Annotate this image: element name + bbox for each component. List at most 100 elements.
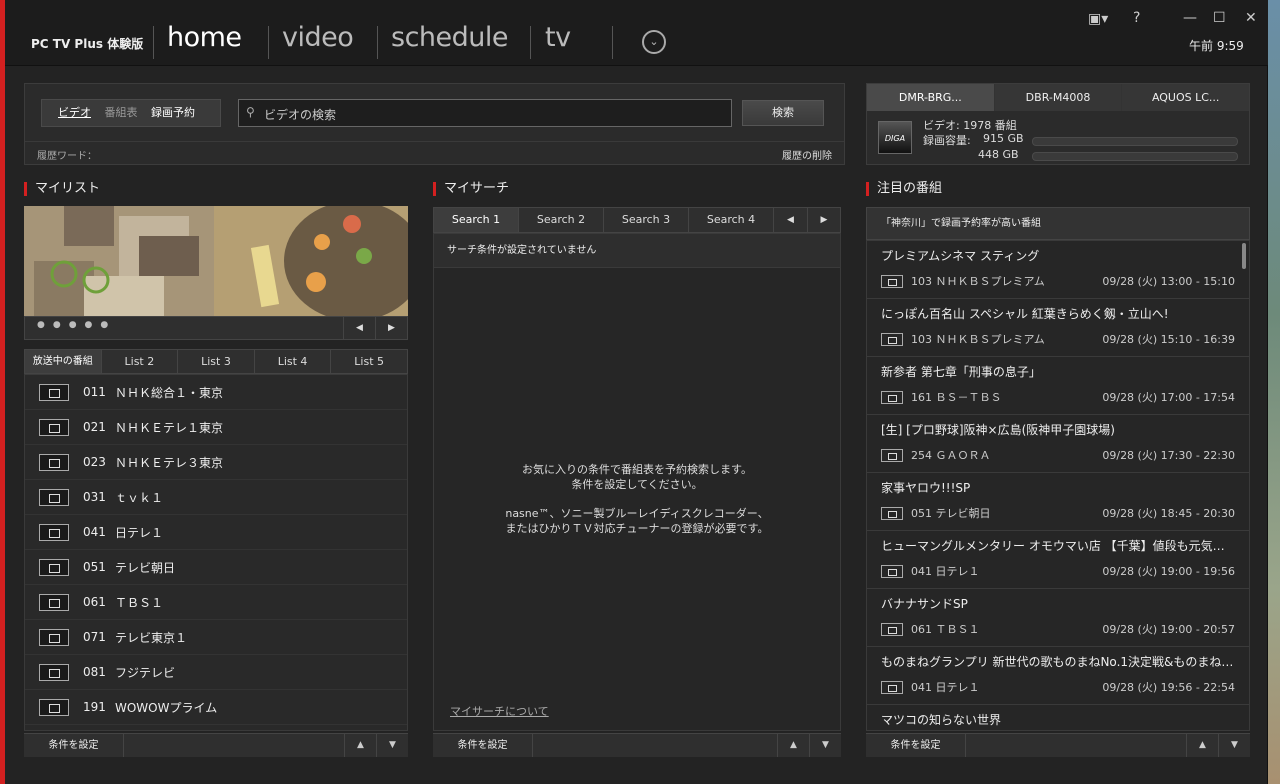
channel-row[interactable]: 021 ＮＨＫＥテレ１東京 [25,410,407,445]
capacity-value-2: 448 GB [978,148,1019,161]
program-row[interactable]: 新参者 第七章「刑事の息子」 161 ＢＳ－ＴＢＳ 09/28 (火) 17:00 … [867,357,1249,415]
program-channel: 103 ＮＨＫＢＳプレミアム [911,275,1045,288]
minimize-icon[interactable]: — [1183,10,1197,26]
program-row[interactable]: ものまねグランプリ 新世代の歌ものまねNo.1決定戦&ものまね芸... 041 日… [867,647,1249,705]
program-title: ヒューマングルメンタリー オモウマい店 【千葉】値段も元気も... [881,539,1235,553]
program-channel: 041 日テレ１ [911,681,980,694]
channel-row[interactable]: 081 フジテレビ [25,655,407,690]
nav-home[interactable]: home [167,22,242,53]
program-row[interactable]: ヒューマングルメンタリー オモウマい店 【千葉】値段も元気も... 041 日テレ… [867,531,1249,589]
channel-number: 051 [83,560,106,574]
channel-row[interactable]: 061 ＴＢＳ１ [25,585,407,620]
mylist-tab-4[interactable]: List 4 [255,350,332,373]
channel-rows: 011 ＮＨＫ総合１・東京 021 ＮＨＫＥテレ１東京 023 ＮＨＫＥテレ３東京 031 ｔ… [25,375,407,725]
channel-row[interactable]: 051 テレビ朝日 [25,550,407,585]
mysearch-set-condition-button[interactable]: 条件を設定 [433,734,533,757]
nav-tv[interactable]: tv [545,22,571,53]
app-name: PC TV Plus 体験版 [31,37,144,51]
search-tab-1[interactable]: Search 1 [434,208,519,232]
program-row[interactable]: バナナサンドSP 061 ＴＢＳ１ 09/28 (火) 19:00 - 20:57 [867,589,1249,647]
banner-controls: ●●●●● ◀ ▶ [24,316,408,340]
nav-schedule[interactable]: schedule [391,22,509,53]
mylist-tab-5[interactable]: List 5 [331,350,407,373]
mylist-tab-3[interactable]: List 3 [178,350,255,373]
nav-video[interactable]: video [282,22,354,53]
scroll-up-icon[interactable]: ▲ [344,734,376,757]
mylist-tab-1[interactable]: 放送中の番組 [25,350,102,373]
search-input[interactable]: ⚲ ビデオの検索 [238,99,732,127]
program-row[interactable]: マツコの知らない世界 [867,705,1249,730]
more-menu-chevron-icon[interactable]: ⌄ [642,30,666,54]
banner-prev-icon[interactable]: ◀ [343,317,375,339]
toolbox-icon[interactable]: ▣▾ [1088,11,1108,27]
channel-number: 061 [83,595,106,609]
program-row[interactable]: 家事ヤロウ!!!SP 051 テレビ朝日 09/28 (火) 18:45 - 20:… [867,473,1249,531]
scroll-down-icon[interactable]: ▼ [1218,734,1250,757]
featured-footer: 条件を設定 ▲ ▼ [866,733,1250,757]
program-row[interactable]: [生] [プロ野球]阪神×広島(阪神甲子園球場) 254 ＧＡＯＲＡ 09/28 (… [867,415,1249,473]
mylist-set-condition-button[interactable]: 条件を設定 [24,734,124,757]
nav-separator [612,26,613,59]
search-tab-next-icon[interactable]: ▶ [808,208,840,232]
program-row[interactable]: にっぽん百名山 スペシャル 紅葉きらめく剱・立山へ! 103 ＮＨＫＢＳプレミアム… [867,299,1249,357]
tv-icon [39,628,69,646]
program-time: 09/28 (火) 17:30 - 22:30 [1102,449,1235,462]
search-mode-guide[interactable]: 番組表 [105,106,138,119]
history-label: 履歴ワード： [37,151,97,162]
program-time: 09/28 (火) 19:00 - 19:56 [1102,565,1235,578]
featured-scrollbar[interactable] [1242,243,1246,269]
banner-image[interactable] [24,206,408,316]
featured-set-condition-button[interactable]: 条件を設定 [866,734,966,757]
help-icon[interactable]: ? [1133,10,1140,26]
tv-icon [39,698,69,716]
scroll-up-icon[interactable]: ▲ [1186,734,1218,757]
channel-row[interactable]: 011 ＮＨＫ総合１・東京 [25,375,407,410]
channel-row[interactable]: 023 ＮＨＫＥテレ３東京 [25,445,407,480]
mylist-tabs: 放送中の番組 List 2 List 3 List 4 List 5 [24,349,408,374]
tv-icon [39,523,69,541]
program-channel: 041 日テレ１ [911,565,980,578]
channel-name: 日テレ１ [115,525,164,540]
tv-icon [881,622,903,636]
program-row[interactable]: プレミアムシネマ スティング 103 ＮＨＫＢＳプレミアム 09/28 (火) 13… [867,241,1249,299]
program-channel: 051 テレビ朝日 [911,507,991,520]
search-panel: ビデオ 番組表 録画予約 ⚲ ビデオの検索 検索 履歴ワード： 履歴の削除 [24,83,845,165]
mysearch-about-link[interactable]: マイサーチについて [450,703,549,719]
mylist-tab-2[interactable]: List 2 [102,350,179,373]
channel-name: ＮＨＫ総合１・東京 [115,385,224,400]
mysearch-status: サーチ条件が設定されていません [434,234,840,268]
program-meta: 061 ＴＢＳ１ 09/28 (火) 19:00 - 20:57 [881,621,1235,637]
search-tab-3[interactable]: Search 3 [604,208,689,232]
banner-next-icon[interactable]: ▶ [375,317,407,339]
channel-name: ＴＢＳ１ [115,595,164,610]
search-button[interactable]: 検索 [742,100,824,126]
search-mode-video[interactable]: ビデオ [58,106,91,119]
tv-icon [39,488,69,506]
search-tab-2[interactable]: Search 2 [519,208,604,232]
device-tab-3[interactable]: AQUOS LC... [1122,84,1250,111]
featured-subtitle: 「神奈川」で録画予約率が高い番組 [866,207,1250,240]
program-time: 09/28 (火) 15:10 - 16:39 [1102,333,1235,346]
channel-row[interactable]: 191 WOWOWプライム [25,690,407,725]
search-tab-prev-icon[interactable]: ◀ [774,208,808,232]
search-tab-4[interactable]: Search 4 [689,208,774,232]
scroll-up-icon[interactable]: ▲ [777,734,809,757]
channel-row[interactable]: 041 日テレ１ [25,515,407,550]
banner-page-dots[interactable]: ●●●●● [37,320,116,330]
tv-icon [39,558,69,576]
program-title: 家事ヤロウ!!!SP [881,481,971,495]
scroll-down-icon[interactable]: ▼ [376,734,408,757]
history-clear-link[interactable]: 履歴の削除 [782,147,832,162]
program-meta: 041 日テレ１ 09/28 (火) 19:00 - 19:56 [881,563,1235,579]
program-meta: 051 テレビ朝日 09/28 (火) 18:45 - 20:30 [881,505,1235,521]
scroll-down-icon[interactable]: ▼ [809,734,841,757]
channel-row[interactable]: 031 ｔｖｋ１ [25,480,407,515]
device-tab-2[interactable]: DBR-M4008 [994,84,1123,111]
tv-icon [39,383,69,401]
device-tab-1[interactable]: DMR-BRG... [867,84,995,111]
close-icon[interactable]: ✕ [1245,10,1257,26]
channel-row[interactable]: 071 テレビ東京１ [25,620,407,655]
maximize-icon[interactable]: ☐ [1213,10,1226,26]
search-mode-rec[interactable]: 録画予約 [151,106,195,119]
